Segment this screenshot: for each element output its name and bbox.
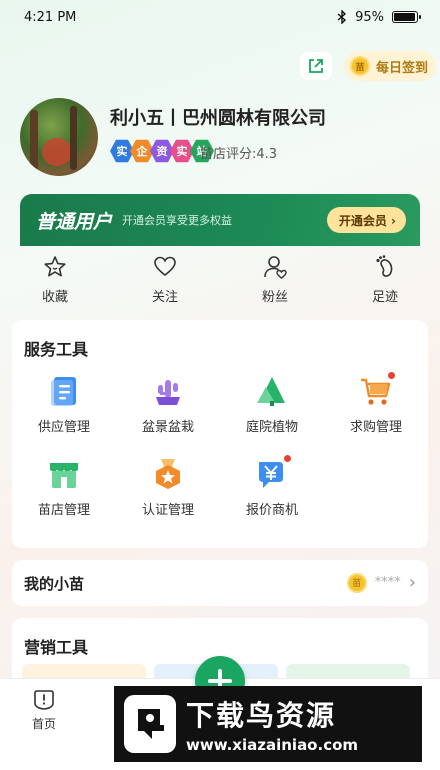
tool-certification[interactable]: 认证管理: [116, 457, 220, 518]
status-time: 4:21 PM: [24, 9, 77, 25]
notification-dot: [388, 372, 395, 379]
user-name: 利小五丨巴州圆林有限公司: [110, 108, 326, 129]
avatar[interactable]: [20, 98, 98, 176]
follow-button[interactable]: 关注: [110, 254, 220, 314]
certification-badges: 实 企 资 实 站: [110, 139, 214, 163]
watermark: 下载鸟资源 www.xiazainiao.com: [114, 686, 422, 762]
member-level: 普通用户: [36, 210, 113, 233]
checkin-label: 每日签到: [376, 60, 429, 76]
medal-icon: [156, 459, 180, 489]
favorites-button[interactable]: 收藏: [0, 254, 110, 314]
battery-icon: [392, 11, 421, 23]
battery-percent: 95%: [355, 9, 384, 25]
watermark-url: www.xiazainiao.com: [186, 736, 359, 754]
tool-label: 认证管理: [141, 503, 194, 518]
tool-label: 报价商机: [245, 503, 298, 518]
footprint-label: 足迹: [371, 290, 398, 305]
my-seedlings-row[interactable]: 我的小苗 苗 **** ›: [12, 560, 428, 606]
follow-label: 关注: [151, 290, 178, 305]
tool-label: 供应管理: [37, 420, 90, 435]
fans-button[interactable]: 粉丝: [220, 254, 330, 314]
share-icon: [309, 59, 323, 73]
fans-label: 粉丝: [261, 290, 288, 305]
home-icon: [34, 690, 54, 710]
star-icon: [44, 256, 66, 277]
open-membership-button[interactable]: 开通会员 ›: [326, 207, 406, 233]
heart-icon: [154, 256, 176, 277]
service-tools-grid: 供应管理 盆景盆栽 庭院植物 求购管理 苗店管理 认证管理 报价商机: [12, 372, 428, 518]
status-right: 95%: [337, 9, 421, 25]
chevron-right-icon: ›: [408, 572, 416, 593]
footprint-icon: [376, 255, 393, 277]
quote-icon-wrap: [255, 455, 291, 491]
cart-icon: [361, 378, 391, 405]
bonsai-icon: [156, 380, 180, 405]
shop-rating: 苗店评分:4.3: [200, 147, 278, 162]
footprint-button[interactable]: 足迹: [330, 254, 440, 314]
tool-label: 盆景盆栽: [141, 420, 194, 435]
notification-dot: [284, 455, 291, 462]
share-button[interactable]: [300, 52, 332, 80]
my-seedlings-value: 苗 **** ›: [346, 572, 416, 593]
seedlings-balance: ****: [374, 575, 401, 590]
tool-label: 求购管理: [349, 420, 402, 435]
shop-icon: [50, 463, 78, 488]
tree-icon: [257, 377, 285, 406]
service-tools-title: 服务工具: [24, 340, 89, 359]
supply-doc-icon: [51, 377, 76, 406]
daily-checkin-button[interactable]: 苗 每日签到: [344, 51, 436, 81]
cart-icon-wrap: [359, 372, 395, 408]
member-subtitle: 开通会员享受更多权益: [122, 214, 233, 227]
watermark-title: 下载鸟资源: [186, 699, 337, 732]
fans-icon: [264, 256, 287, 279]
favorites-label: 收藏: [41, 290, 68, 305]
watermark-text: 下载鸟资源 www.xiazainiao.com: [186, 694, 358, 754]
bird-logo-icon: [138, 709, 164, 739]
service-tools-card: 服务工具 供应管理 盆景盆栽 庭院植物 求购管理 苗店管理 认证管理 报价商机: [12, 320, 428, 548]
watermark-logo: [124, 695, 176, 753]
tool-bonsai[interactable]: 盆景盆栽: [116, 374, 220, 435]
tool-supply-management[interactable]: 供应管理: [12, 374, 116, 435]
my-seedlings-title: 我的小苗: [24, 574, 85, 593]
tool-garden-plants[interactable]: 庭院植物: [220, 374, 324, 435]
bluetooth-icon: [337, 10, 347, 24]
marketing-tools-title: 营销工具: [24, 638, 89, 657]
membership-banner[interactable]: 普通用户 开通会员享受更多权益 开通会员 ›: [20, 194, 420, 246]
tool-shop-management[interactable]: 苗店管理: [12, 457, 116, 518]
tool-quote-opportunity[interactable]: 报价商机: [220, 455, 324, 518]
coin-icon: 苗: [346, 572, 367, 593]
coin-icon: 苗: [350, 56, 370, 76]
tool-label: 苗店管理: [37, 503, 90, 518]
tool-label: 庭院植物: [245, 420, 298, 435]
tool-purchase-management[interactable]: 求购管理: [324, 372, 428, 435]
status-bar: 4:21 PM 95%: [0, 0, 440, 34]
nav-home[interactable]: 首页: [22, 687, 66, 732]
quote-icon: [259, 462, 283, 488]
nav-home-label: 首页: [31, 717, 56, 731]
quick-actions: 收藏 关注 粉丝 足迹: [0, 254, 440, 314]
battery-fill: [394, 13, 415, 21]
